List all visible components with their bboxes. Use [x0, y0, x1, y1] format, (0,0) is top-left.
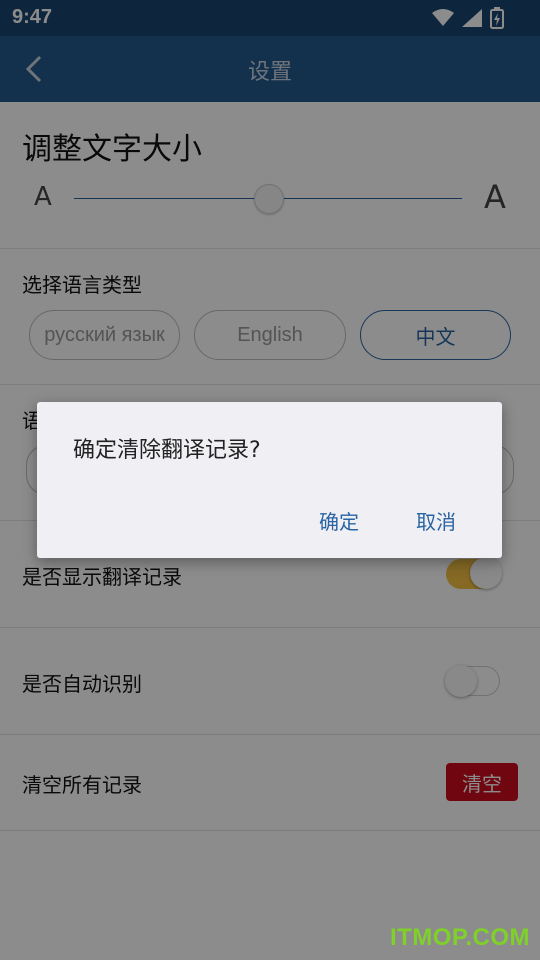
dialog-message: 确定清除翻译记录?	[73, 438, 261, 463]
confirm-dialog: 确定清除翻译记录? 确定 取消	[37, 402, 502, 558]
watermark: ITMOP.COM	[389, 924, 530, 951]
dialog-cancel-button[interactable]: 取消	[408, 502, 464, 539]
dialog-confirm-button[interactable]: 确定	[311, 502, 367, 539]
